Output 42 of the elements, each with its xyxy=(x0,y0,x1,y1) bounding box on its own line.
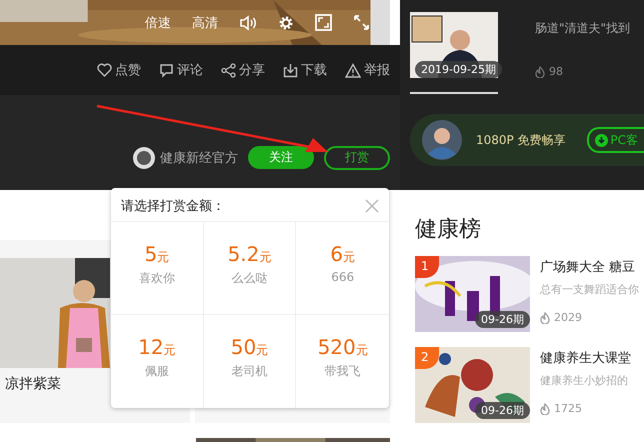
promo-text: 1080P 免费畅享 xyxy=(476,132,566,148)
video-description: 总有一支舞蹈适合你 xyxy=(540,282,639,297)
date-badge: 09-26期 xyxy=(475,311,530,328)
volume-icon[interactable] xyxy=(239,14,257,30)
video-title[interactable]: 广场舞大全 糖豆 xyxy=(540,258,639,276)
video-description: 健康养生小妙招的 xyxy=(540,373,629,388)
action-button[interactable]: 点赞 xyxy=(97,61,141,79)
section-title: 健康榜 xyxy=(415,216,482,244)
flame-icon xyxy=(535,66,545,78)
rank-badge: 1 xyxy=(415,256,439,278)
avatar xyxy=(133,146,155,168)
view-count: 98 xyxy=(549,65,563,78)
action-button[interactable]: 分享 xyxy=(221,61,265,79)
flame-icon xyxy=(540,402,550,414)
reward-button[interactable]: 打赏 xyxy=(324,146,390,170)
promo-banner[interactable]: 1080P 免费畅享 PC客 xyxy=(410,114,644,166)
expand-icon[interactable] xyxy=(353,14,370,31)
video-title[interactable]: 肠道"清道夫"找到 xyxy=(535,20,630,37)
uploader-name[interactable]: 健康新经官方 xyxy=(160,148,238,166)
video-title[interactable]: 健康养生大课堂 xyxy=(540,349,631,367)
action-button[interactable]: 下载 xyxy=(283,61,327,79)
comment-icon xyxy=(159,62,174,78)
download-icon xyxy=(595,134,608,146)
date-badge: 09-26期 xyxy=(475,402,530,419)
settings-icon[interactable] xyxy=(278,14,294,30)
action-button[interactable]: 评论 xyxy=(159,61,203,79)
quality-button[interactable]: 高清 xyxy=(192,14,218,32)
warning-icon xyxy=(345,62,361,78)
fullscreen-icon[interactable] xyxy=(315,14,332,31)
view-count: 2029 xyxy=(554,311,582,324)
download-icon xyxy=(283,62,298,78)
rank-badge: 2 xyxy=(415,347,439,369)
speed-button[interactable]: 倍速 xyxy=(145,14,171,32)
popup-title: 请选择打赏金额： xyxy=(121,198,225,215)
share-icon xyxy=(221,62,236,78)
action-button[interactable]: 举报 xyxy=(345,61,390,79)
video-title[interactable]: 凉拌紫菜 xyxy=(5,375,61,393)
heart-icon xyxy=(97,63,112,77)
date-badge: 2019-09-25期 xyxy=(415,61,502,78)
view-count: 1725 xyxy=(554,402,582,415)
flame-icon xyxy=(540,312,550,324)
download-client-button[interactable]: PC客 xyxy=(587,127,644,153)
